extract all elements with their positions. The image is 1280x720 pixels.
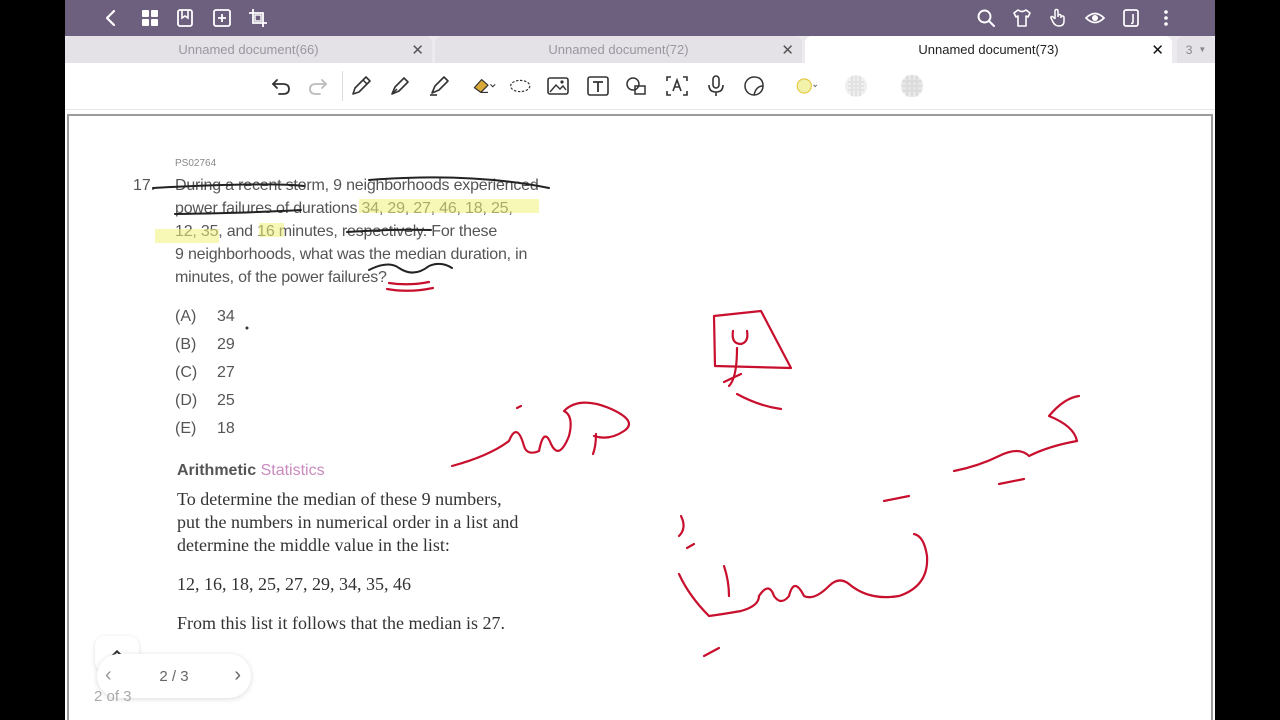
microphone-icon[interactable] <box>703 73 729 99</box>
text-box-icon[interactable] <box>585 73 611 99</box>
option-value: 27 <box>217 364 235 381</box>
option-value: 18 <box>217 420 235 437</box>
option-letter: (D) <box>175 392 198 409</box>
question-number: 17. <box>133 177 156 194</box>
crop-icon[interactable] <box>246 6 270 30</box>
answer-option[interactable]: (D) 25 <box>175 392 235 410</box>
page-indicator: 2 / 3 <box>159 667 189 685</box>
question-line: During a recent storm, 9 neighborhoods e… <box>175 177 539 194</box>
previous-page-icon[interactable]: ‹ <box>105 664 112 687</box>
color-swatch-icon[interactable] <box>785 69 829 103</box>
answer-option[interactable]: (B) 29 <box>175 336 235 354</box>
text-recognition-icon[interactable] <box>664 73 690 99</box>
bookmark-icon[interactable] <box>173 6 197 30</box>
shirt-icon[interactable] <box>1010 6 1034 30</box>
tab-label: Unnamed document(72) <box>548 42 689 57</box>
section-heading: Arithmetic Statistics <box>177 462 325 480</box>
color-swatch-3-icon[interactable] <box>897 73 927 99</box>
ink-dot <box>245 326 249 330</box>
page-counter: 2 of 3 <box>94 688 132 705</box>
document-icon[interactable] <box>1119 6 1143 30</box>
pen-icon[interactable] <box>348 73 374 99</box>
add-page-icon[interactable] <box>210 6 234 30</box>
option-letter: (C) <box>175 364 198 381</box>
color-swatch-2-icon[interactable] <box>843 73 869 99</box>
ordered-list: 12, 16, 18, 25, 27, 29, 34, 35, 46 <box>177 574 411 594</box>
explanation-line: put the numbers in numerical order in a … <box>177 512 519 532</box>
lasso-icon[interactable] <box>505 73 537 99</box>
tab-document-72[interactable]: Unnamed document(72) ✕ <box>435 36 802 63</box>
option-value: 34 <box>217 308 235 325</box>
top-bar <box>65 0 1215 36</box>
category-label: Arithmetic <box>177 462 257 479</box>
option-value: 29 <box>217 336 235 353</box>
undo-icon[interactable] <box>268 73 294 99</box>
question-line: 9 neighborhoods, what was the median dur… <box>175 246 528 263</box>
question-line: minutes, of the power failures? <box>175 269 387 286</box>
tab-overflow-button[interactable]: 3 ▼ <box>1177 36 1215 63</box>
close-icon[interactable]: ✕ <box>781 41 794 59</box>
option-value: 25 <box>217 392 235 409</box>
eraser-icon[interactable] <box>467 73 501 99</box>
tab-label: Unnamed document(73) <box>918 42 1059 57</box>
question-line: 12, 35, and 16 minutes, respectively. Fo… <box>175 223 498 240</box>
explanation-line: determine the middle value in the list: <box>177 535 450 555</box>
more-icon[interactable] <box>1154 6 1178 30</box>
explanation-line: To determine the median of these 9 numbe… <box>177 489 502 509</box>
close-icon[interactable]: ✕ <box>1151 41 1164 59</box>
back-icon[interactable] <box>99 6 123 30</box>
red-ink-strokes <box>385 280 1081 658</box>
option-letter: (E) <box>175 420 197 437</box>
option-letter: (B) <box>175 336 197 353</box>
grid-icon[interactable] <box>138 6 162 30</box>
option-letter: (A) <box>175 308 197 325</box>
app-window: Unnamed document(66) ✕ Unnamed document(… <box>65 0 1215 720</box>
next-page-icon[interactable]: › <box>234 664 241 687</box>
tab-label: Unnamed document(66) <box>178 42 319 57</box>
tab-document-73[interactable]: Unnamed document(73) ✕ <box>805 36 1172 63</box>
fountain-pen-icon[interactable] <box>387 73 413 99</box>
answer-option[interactable]: (E) 18 <box>175 420 235 438</box>
highlighter-icon[interactable] <box>426 73 452 99</box>
subcategory-label: Statistics <box>260 462 325 479</box>
chevron-down-icon: ▼ <box>1198 45 1207 54</box>
sticker-icon[interactable] <box>741 73 767 99</box>
shapes-icon[interactable] <box>623 73 649 99</box>
drawing-toolbar <box>65 63 1215 110</box>
close-icon[interactable]: ✕ <box>411 41 424 59</box>
question-text: power failures of durations 34, 29, 27, … <box>175 200 513 217</box>
image-icon[interactable] <box>545 73 571 99</box>
redo-icon[interactable] <box>305 73 331 99</box>
tab-bar: Unnamed document(66) ✕ Unnamed document(… <box>65 36 1215 63</box>
tab-count: 3 <box>1185 42 1193 57</box>
hand-icon[interactable] <box>1046 6 1070 30</box>
answer-option[interactable]: (A) 34 <box>175 308 235 326</box>
eye-icon[interactable] <box>1083 6 1107 30</box>
search-icon[interactable] <box>974 6 998 30</box>
conclusion: From this list it follows that the media… <box>177 613 505 633</box>
question-line: power failures of durations 34, 29, 27, … <box>175 200 513 218</box>
toolbar-divider <box>342 71 343 101</box>
document-canvas[interactable]: PS02764 17. During a recent storm, 9 nei… <box>67 114 1213 720</box>
answer-option[interactable]: (C) 27 <box>175 364 235 382</box>
question-id: PS02764 <box>175 158 217 169</box>
tab-document-66[interactable]: Unnamed document(66) ✕ <box>65 36 432 63</box>
